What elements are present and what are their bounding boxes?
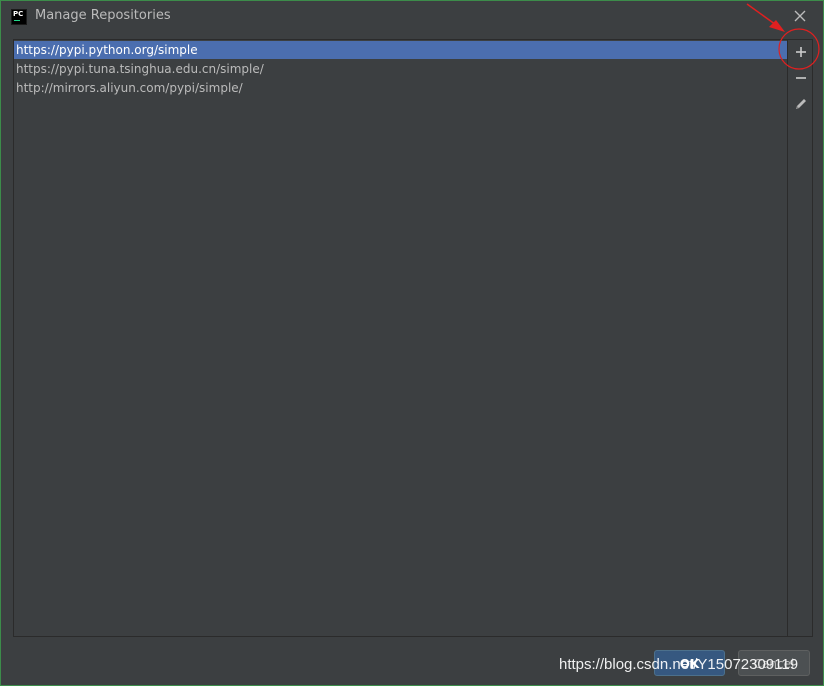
title-bar[interactable]: PC Manage Repositories [1, 1, 823, 31]
repositories-panel: https://pypi.python.org/simple https://p… [13, 39, 813, 637]
list-toolbar [787, 40, 813, 636]
repository-list[interactable]: https://pypi.python.org/simple https://p… [14, 40, 787, 636]
watermark-text: https://blog.csdn.net/Y15072309119 [559, 656, 799, 673]
close-button[interactable] [790, 6, 810, 26]
dialog-title: Manage Repositories [35, 8, 171, 23]
pycharm-logo-icon: PC [11, 9, 27, 25]
plus-icon [796, 47, 806, 57]
repository-item[interactable]: http://mirrors.aliyun.com/pypi/simple/ [14, 79, 787, 97]
remove-button[interactable] [791, 68, 811, 88]
close-icon [794, 10, 806, 22]
repository-item[interactable]: https://pypi.python.org/simple [14, 41, 787, 59]
logo-text: PC [13, 10, 24, 18]
edit-button[interactable] [791, 94, 811, 114]
repository-item[interactable]: https://pypi.tuna.tsinghua.edu.cn/simple… [14, 60, 787, 78]
pencil-icon [796, 99, 806, 109]
minus-icon [796, 77, 806, 79]
manage-repositories-dialog: PC Manage Repositories https://pypi.pyth… [0, 0, 824, 686]
add-button[interactable] [791, 42, 811, 62]
